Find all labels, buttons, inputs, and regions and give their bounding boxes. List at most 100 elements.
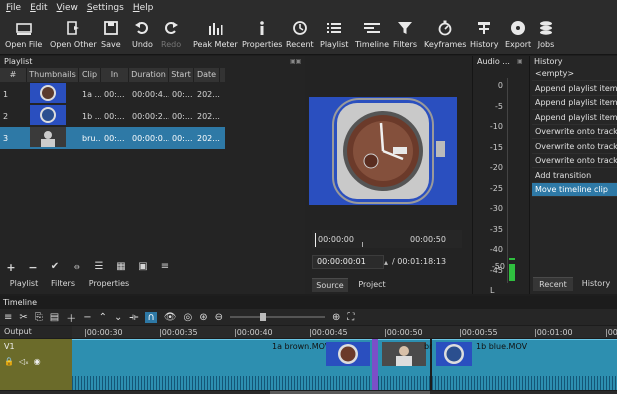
save-button[interactable]: Save <box>101 15 121 55</box>
col-in[interactable]: In <box>101 68 129 82</box>
history-item[interactable]: Overwrite onto track <box>532 154 617 168</box>
table-row[interactable]: 2 1b ... 00:... 00:00:2... 00:... 202... <box>0 105 225 127</box>
tiles-view-icon[interactable]: ▦ <box>112 261 130 275</box>
ripple-icon[interactable]: ◎ <box>184 312 193 323</box>
ripple-delete-icon[interactable]: − <box>83 312 91 323</box>
dock-buttons-icon[interactable]: ▣▣ <box>290 58 301 65</box>
tab-history[interactable]: History <box>576 277 616 291</box>
paste-icon[interactable]: ▤ <box>50 312 59 323</box>
col-clip[interactable]: Clip <box>79 68 101 82</box>
history-item[interactable]: Overwrite onto track <box>532 125 617 139</box>
split-icon[interactable]: ⟛ <box>129 312 138 323</box>
menu-edit[interactable]: Edit <box>30 3 47 13</box>
details-view-icon[interactable]: ☰ <box>90 261 108 275</box>
tab-source[interactable]: Source <box>312 278 348 292</box>
append-icon[interactable]: ＋ <box>66 310 76 325</box>
position-timecode-input[interactable]: 00:00:00:01 <box>312 255 384 269</box>
menu-icon[interactable]: ≡ <box>156 261 174 275</box>
audio-waveform <box>378 376 430 390</box>
open-other-button[interactable]: Open Other <box>50 15 97 55</box>
tab-recent[interactable]: Recent <box>533 277 573 291</box>
save-icon <box>102 19 120 37</box>
audio-waveform <box>432 376 617 390</box>
time-ruler[interactable]: |00:00:30 |00:00:35 |00:00:40 |00:00:45 … <box>72 326 617 338</box>
dock-buttons-icon[interactable]: ▣ <box>517 58 523 65</box>
history-item-selected[interactable]: Move timeline clip <box>532 183 617 197</box>
cut-icon[interactable]: ✂ <box>19 312 27 323</box>
menu-settings[interactable]: Settings <box>87 3 124 13</box>
keyframes-button[interactable]: Keyframes <box>424 15 466 55</box>
filters-icon <box>396 19 414 37</box>
lift-icon[interactable]: ⌃ <box>99 312 107 323</box>
scrub-bar[interactable]: 00:00:00 00:00:50 <box>312 230 462 248</box>
zoom-slider-handle[interactable] <box>260 313 267 321</box>
update-icon[interactable]: ⦵ <box>68 261 86 275</box>
history-item[interactable]: Append playlist item <box>532 96 617 110</box>
add-icon[interactable]: + <box>2 261 20 275</box>
check-icon[interactable]: ✔ <box>46 261 64 275</box>
tab-project[interactable]: Project <box>352 278 392 292</box>
peak-meter-button[interactable]: Peak Meter <box>193 15 238 55</box>
history-panel: History <empty> Append playlist item App… <box>529 56 617 294</box>
overwrite-icon[interactable]: ⌄ <box>114 312 122 323</box>
redo-button[interactable]: Redo <box>161 15 181 55</box>
timeline-clip-1a[interactable]: 1a brown.MOV <box>72 339 374 390</box>
track-header-v1[interactable]: V1 🔒 ◁ₓ ◉ <box>0 339 72 390</box>
tab-playlist[interactable]: Playlist <box>4 277 44 291</box>
open-file-button[interactable]: Open File <box>5 15 42 55</box>
undo-button[interactable]: Undo <box>132 15 153 55</box>
keyframes-icon <box>436 19 454 37</box>
eye-icon[interactable]: ◉ <box>34 357 41 366</box>
menu-view[interactable]: View <box>57 3 78 13</box>
menu-file[interactable]: File <box>6 3 21 13</box>
export-button[interactable]: Export <box>505 15 531 55</box>
history-button[interactable]: History <box>470 15 498 55</box>
history-item[interactable]: Append playlist item <box>532 82 617 96</box>
video-preview[interactable] <box>309 97 457 205</box>
col-date[interactable]: Date <box>194 68 220 82</box>
filters-button[interactable]: Filters <box>393 15 417 55</box>
table-row[interactable]: 1 1a ... 00:... 00:00:4... 00:... 202... <box>0 83 225 105</box>
meter-scale-min: -50 <box>491 262 505 271</box>
playlist-toolbar: + − ✔ ⦵ ☰ ▦ ▣ ≡ <box>2 261 302 275</box>
properties-button[interactable]: Properties <box>242 15 282 55</box>
col-duration[interactable]: Duration <box>129 68 169 82</box>
clip-label: 1b blue.MOV <box>476 342 528 351</box>
peak-meter-icon <box>206 19 224 37</box>
table-row[interactable]: 3 bru... 00:... 00:00:0... 00:... 202... <box>0 127 225 149</box>
col-start[interactable]: Start <box>169 68 194 82</box>
col-num[interactable]: # <box>0 68 27 82</box>
audio-title: Audio ... <box>477 57 510 66</box>
zoom-fit-icon[interactable]: ⛶ <box>347 312 354 323</box>
copy-icon[interactable]: ⎘ <box>35 312 43 323</box>
col-thumbnails[interactable]: Thumbnails <box>27 68 79 82</box>
tab-filters[interactable]: Filters <box>44 277 82 291</box>
jobs-button[interactable]: Jobs <box>537 15 555 55</box>
redo-icon <box>162 19 180 37</box>
scrub-icon[interactable]: 👁 <box>164 312 177 323</box>
timeline-clip-brush[interactable]: br <box>378 339 432 390</box>
playlist-button[interactable]: Playlist <box>320 15 348 55</box>
snap-icon[interactable]: ∩ <box>145 311 157 323</box>
history-item[interactable]: <empty> <box>532 67 617 81</box>
menu-icon[interactable]: ≡ <box>4 312 12 323</box>
history-item[interactable]: Append playlist item <box>532 111 617 125</box>
recent-button[interactable]: Recent <box>286 15 314 55</box>
ripple-all-icon[interactable]: ⊛ <box>199 312 207 323</box>
history-item[interactable]: Add transition <box>532 169 617 183</box>
mute-icon[interactable]: ◁ₓ <box>19 357 29 366</box>
zoom-out-icon[interactable]: ⊖ <box>215 312 223 323</box>
menu-help[interactable]: Help <box>133 3 154 13</box>
timeline-clip-1b[interactable]: 1b blue.MOV <box>432 339 617 390</box>
spin-arrows-icon[interactable]: ▴ <box>384 258 388 267</box>
zoom-slider[interactable] <box>230 313 326 321</box>
history-item[interactable]: Overwrite onto track <box>532 140 617 154</box>
playlist-icon <box>325 19 343 37</box>
meter-level-bar <box>509 264 515 281</box>
zoom-in-icon[interactable]: ⊕ <box>332 312 340 323</box>
lock-icon[interactable]: 🔒 <box>4 357 14 366</box>
remove-icon[interactable]: − <box>24 261 42 275</box>
timeline-button[interactable]: Timeline <box>355 15 389 55</box>
icons-view-icon[interactable]: ▣ <box>134 261 152 275</box>
tab-properties[interactable]: Properties <box>84 277 134 291</box>
